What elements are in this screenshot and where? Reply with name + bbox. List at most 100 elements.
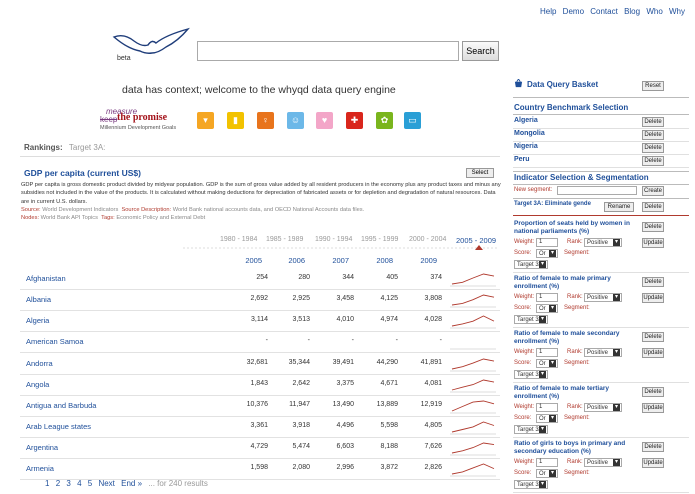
country-link[interactable]: Angola xyxy=(26,380,49,389)
benchmark-country[interactable]: Algeria xyxy=(514,117,538,124)
delete-indicator-button[interactable]: Delete xyxy=(642,277,664,287)
poverty-icon[interactable]: ▾ xyxy=(197,112,214,129)
new-segment-input[interactable] xyxy=(557,186,637,195)
basket-indicator-title[interactable]: Proportion of seats held by women in nat… xyxy=(514,220,634,236)
basket-indicator-title[interactable]: Ratio of girls to boys in primary and se… xyxy=(514,440,634,456)
country-link[interactable]: Algeria xyxy=(26,316,49,325)
update-indicator-button[interactable]: Update xyxy=(642,458,664,468)
indicator-select-button[interactable]: Select xyxy=(466,168,494,178)
segment-select[interactable]: Target 3A: xyxy=(514,315,548,324)
rank-select[interactable]: Positive xyxy=(584,293,622,302)
segment-select[interactable]: Target 3A: xyxy=(514,480,548,489)
period-4[interactable]: 2000 - 2004 xyxy=(409,236,446,243)
create-segment-button[interactable]: Create xyxy=(642,186,664,196)
score-select[interactable]: Or xyxy=(536,249,558,258)
page-5[interactable]: 5 xyxy=(88,479,92,488)
segment-select[interactable]: Target 3A: xyxy=(514,425,548,434)
weight-input[interactable]: 1 xyxy=(536,458,558,467)
segment-label: Segment: xyxy=(564,360,590,366)
indicator-title[interactable]: GDP per capita (current US$) xyxy=(24,168,141,178)
sparkline xyxy=(450,315,496,329)
score-select[interactable]: Or xyxy=(536,304,558,313)
last-page[interactable]: End » xyxy=(121,479,142,488)
score-label: Score: xyxy=(514,360,532,366)
weight-input[interactable]: 1 xyxy=(536,238,558,247)
period-2[interactable]: 1990 - 1994 xyxy=(315,236,352,243)
source-label: Source: xyxy=(21,207,41,213)
delete-country-button[interactable]: Delete xyxy=(642,143,664,153)
education-icon[interactable]: ▮ xyxy=(227,112,244,129)
nav-demo[interactable]: Demo xyxy=(563,7,584,16)
score-select[interactable]: Or xyxy=(536,414,558,423)
rename-segment-button[interactable]: Rename xyxy=(604,202,634,212)
country-link[interactable]: Antigua and Barbuda xyxy=(26,401,96,410)
sparkline xyxy=(450,421,496,435)
partnership-icon[interactable]: ▭ xyxy=(404,112,421,129)
nav-who[interactable]: Who xyxy=(646,7,662,16)
search-input[interactable] xyxy=(197,41,459,61)
nav-help[interactable]: Help xyxy=(540,7,556,16)
country-link[interactable]: Andorra xyxy=(26,359,53,368)
score-select[interactable]: Or xyxy=(536,469,558,478)
update-indicator-button[interactable]: Update xyxy=(642,403,664,413)
delete-indicator-button[interactable]: Delete xyxy=(642,442,664,452)
nav-blog[interactable]: Blog xyxy=(624,7,640,16)
child-health-icon[interactable]: ☺ xyxy=(287,112,304,129)
page-3[interactable]: 3 xyxy=(66,479,70,488)
gender-icon[interactable]: ♀ xyxy=(257,112,274,129)
period-5[interactable]: 2005 - 2009 xyxy=(456,236,496,245)
period-3[interactable]: 1995 - 1999 xyxy=(361,236,398,243)
weight-input[interactable]: 1 xyxy=(536,348,558,357)
page-4[interactable]: 4 xyxy=(77,479,81,488)
country-link[interactable]: Albania xyxy=(26,295,51,304)
delete-country-button[interactable]: Delete xyxy=(642,117,664,127)
weight-input[interactable]: 1 xyxy=(536,293,558,302)
benchmark-country[interactable]: Peru xyxy=(514,156,530,163)
delete-country-button[interactable]: Delete xyxy=(642,156,664,166)
update-indicator-button[interactable]: Update xyxy=(642,238,664,248)
rank-select[interactable]: Positive xyxy=(584,403,622,412)
source-desc-label: Source Description: xyxy=(121,207,172,213)
country-link[interactable]: Arab League states xyxy=(26,422,91,431)
delete-indicator-button[interactable]: Delete xyxy=(642,222,664,232)
indicator-source: Source: World Development Indicators Sou… xyxy=(21,207,364,213)
rank-select[interactable]: Positive xyxy=(584,238,622,247)
page-2[interactable]: 2 xyxy=(56,479,60,488)
mdg-logo[interactable]: measure keep the promise Millennium Deve… xyxy=(100,107,190,133)
nav-why[interactable]: Why xyxy=(669,7,685,16)
segment-name[interactable]: Target 3A: Eliminate gende xyxy=(514,201,591,207)
period-1[interactable]: 1985 - 1989 xyxy=(266,236,303,243)
page-1[interactable]: 1 xyxy=(45,479,49,488)
update-indicator-button[interactable]: Update xyxy=(642,293,664,303)
next-page[interactable]: Next xyxy=(98,479,114,488)
benchmark-country[interactable]: Mongolia xyxy=(514,130,545,137)
segment-select[interactable]: Target 3A: xyxy=(514,370,548,379)
basket-indicator-title[interactable]: Ratio of female to male tertiary enrollm… xyxy=(514,385,634,401)
country-link[interactable]: American Samoa xyxy=(26,337,84,346)
segment-select[interactable]: Target 3A: xyxy=(514,260,548,269)
environment-icon[interactable]: ✿ xyxy=(376,112,393,129)
period-0[interactable]: 1980 - 1984 xyxy=(220,236,257,243)
disease-icon[interactable]: ✚ xyxy=(346,112,363,129)
delete-segment-button[interactable]: Delete xyxy=(642,202,664,212)
rank-select[interactable]: Positive xyxy=(584,458,622,467)
update-indicator-button[interactable]: Update xyxy=(642,348,664,358)
country-link[interactable]: Argentina xyxy=(26,443,58,452)
weight-input[interactable]: 1 xyxy=(536,403,558,412)
rank-select[interactable]: Positive xyxy=(584,348,622,357)
delete-country-button[interactable]: Delete xyxy=(642,130,664,140)
search-button[interactable]: Search xyxy=(462,41,499,61)
maternal-health-icon[interactable]: ♥ xyxy=(316,112,333,129)
delete-indicator-button[interactable]: Delete xyxy=(642,332,664,342)
country-link[interactable]: Armenia xyxy=(26,464,54,473)
basket-icon xyxy=(514,79,523,88)
country-link[interactable]: Afghanistan xyxy=(26,274,66,283)
benchmark-country[interactable]: Nigeria xyxy=(514,143,538,150)
score-select[interactable]: Or xyxy=(536,359,558,368)
delete-indicator-button[interactable]: Delete xyxy=(642,387,664,397)
basket-indicator-title[interactable]: Ratio of female to male primary enrollme… xyxy=(514,275,634,291)
value-cell: 12,919 xyxy=(420,401,442,408)
reset-button[interactable]: Reset xyxy=(642,81,664,91)
nav-contact[interactable]: Contact xyxy=(590,7,618,16)
basket-indicator-title[interactable]: Ratio of female to male secondary enroll… xyxy=(514,330,634,346)
